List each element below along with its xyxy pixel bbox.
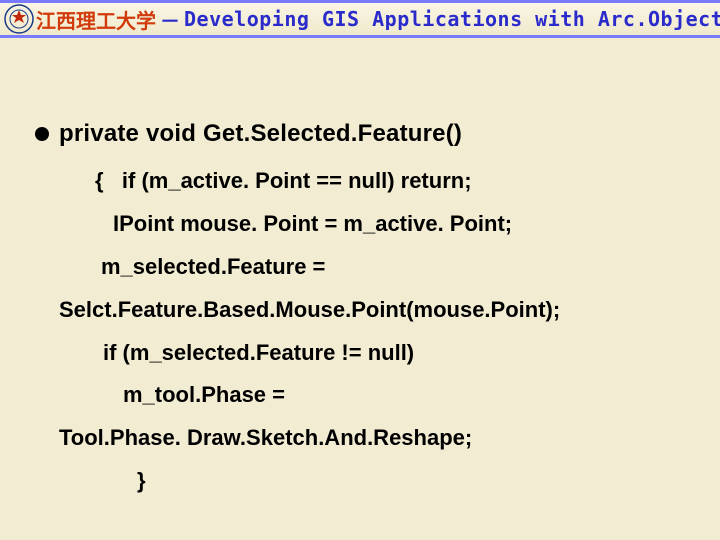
- university-logo-icon: [4, 4, 34, 34]
- code-line: Tool.Phase. Draw.Sketch.And.Reshape;: [59, 417, 700, 460]
- code-line: m_selected.Feature =: [101, 246, 700, 289]
- course-title: Developing GIS Applications with Arc.Obj…: [184, 7, 720, 31]
- title-separator: －: [160, 5, 180, 34]
- code-line: if (m_selected.Feature != null): [103, 332, 700, 375]
- slide-content: private void Get.Selected.Feature() { if…: [35, 120, 700, 503]
- code-line: IPoint mouse. Point = m_active. Point;: [113, 203, 700, 246]
- slide: 江西理工大学 － Developing GIS Applications wit…: [0, 0, 720, 540]
- bullet-item: private void Get.Selected.Feature(): [35, 120, 700, 148]
- title-bar: 江西理工大学 － Developing GIS Applications wit…: [0, 0, 720, 38]
- bullet-icon: [35, 127, 49, 141]
- code-line: }: [137, 460, 700, 503]
- method-signature: private void Get.Selected.Feature(): [59, 120, 462, 148]
- code-line: { if (m_active. Point == null) return;: [95, 160, 700, 203]
- code-line: m_tool.Phase =: [123, 374, 700, 417]
- code-block: { if (m_active. Point == null) return; I…: [95, 160, 700, 503]
- code-line: Selct.Feature.Based.Mouse.Point(mouse.Po…: [59, 289, 700, 332]
- university-name: 江西理工大学: [36, 5, 156, 34]
